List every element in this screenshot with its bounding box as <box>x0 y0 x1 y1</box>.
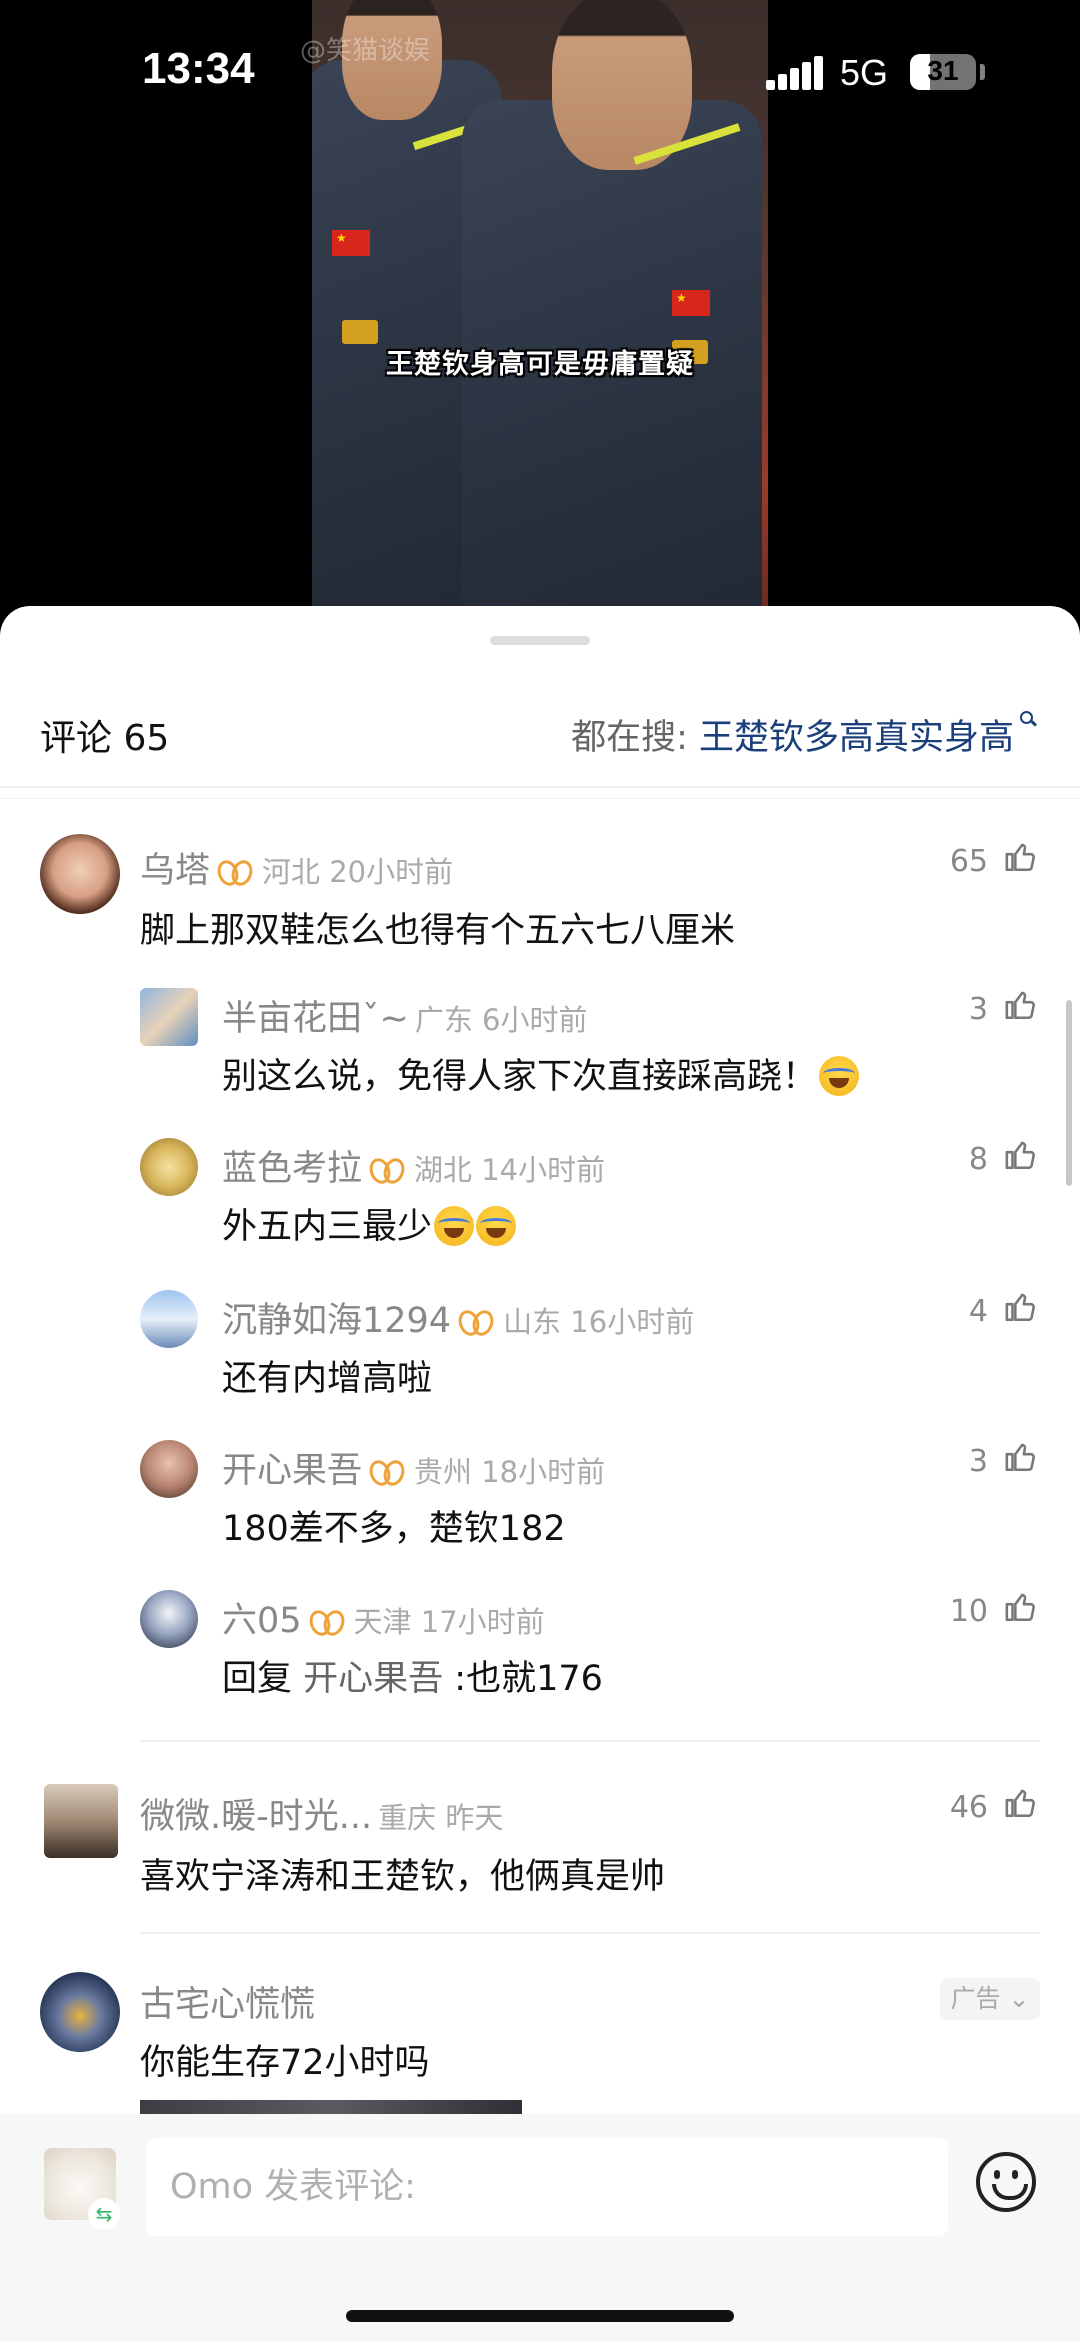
comment-text-body: 外五内三最少 <box>222 1207 433 1247</box>
comment-username[interactable]: 开心果吾 贵州 18小时前 <box>222 1442 605 1493</box>
comment-divider <box>140 1932 1040 1934</box>
comment-username[interactable]: 沉静如海1294 山东 16小时前 <box>222 1292 694 1343</box>
comment-meta: 天津 17小时前 <box>353 1605 545 1639</box>
username-text: 古宅心慌慌 <box>140 1985 316 2025</box>
username-text: 半亩花田ˇ~ <box>222 999 409 1039</box>
vip-badge-icon <box>459 1308 493 1334</box>
comment-meta: 贵州 18小时前 <box>414 1455 606 1489</box>
avatar[interactable] <box>140 1590 198 1648</box>
switch-account-icon[interactable]: ⇆ <box>88 2198 120 2230</box>
like-count: 10 <box>949 1594 988 1629</box>
reply-prefix: 回复 <box>222 1659 304 1699</box>
comment-text: 别这么说，免得人家下次直接踩高跷！ <box>222 1048 860 1099</box>
avatar[interactable] <box>140 1440 198 1498</box>
comment-text: 你能生存72小时吗 <box>140 2043 430 2083</box>
comment-text: 喜欢宁泽涛和王楚钦，他俩真是帅 <box>140 1857 666 1897</box>
drag-handle[interactable] <box>490 636 590 645</box>
comment-username[interactable]: 微微.暖-时光... 重庆 昨天 <box>140 1788 503 1839</box>
username-text: 微微.暖-时光... <box>140 1797 373 1837</box>
ad-label[interactable]: 广告 ⌄ <box>940 1978 1040 2020</box>
username-text: 六05 <box>222 1601 302 1641</box>
search-icon <box>1020 711 1036 727</box>
emoji-laugh-cry-icon <box>476 1206 517 1246</box>
vip-badge-icon <box>370 1458 404 1484</box>
thumb-up-icon[interactable] <box>1004 840 1038 874</box>
like-count: 65 <box>949 844 988 879</box>
reply-mention[interactable]: 开心果吾 <box>303 1659 443 1699</box>
video-player[interactable]: @笑猫谈娱 王楚钦身高可是毋庸置疑 <box>0 0 1080 640</box>
comment-username[interactable]: 乌塔 河北 20小时前 <box>140 842 453 893</box>
comment-count: 评论 65 <box>40 718 170 759</box>
emoji-laugh-cry-icon <box>819 1056 860 1096</box>
avatar[interactable] <box>140 1290 198 1348</box>
header-divider <box>0 798 1080 799</box>
username-text: 乌塔 <box>140 851 211 891</box>
avatar[interactable] <box>140 988 198 1046</box>
trending-query-link[interactable]: 王楚钦多高真实身高 <box>699 718 1014 758</box>
comment-meta: 山东 16小时前 <box>503 1305 695 1339</box>
network-label: 5G <box>840 52 889 93</box>
thumb-up-icon[interactable] <box>1004 1786 1038 1820</box>
comment-username[interactable]: 蓝色考拉 湖北 14小时前 <box>222 1140 605 1191</box>
avatar[interactable] <box>40 834 120 914</box>
comment-username[interactable]: 半亩花田ˇ~ 广东 6小时前 <box>222 990 588 1041</box>
comment-input-bar: ⇆ <box>0 2114 1080 2341</box>
comment-text: 回复 开心果吾 :也就176 <box>222 1650 603 1701</box>
like-count: 46 <box>949 1790 988 1825</box>
avatar[interactable] <box>44 1784 118 1858</box>
home-indicator[interactable] <box>346 2310 734 2322</box>
comment-text: 180差不多，楚钦182 <box>222 1509 566 1549</box>
username-text: 开心果吾 <box>222 1451 363 1491</box>
like-count: 3 <box>968 992 988 1027</box>
comment-meta: 湖北 14小时前 <box>414 1153 606 1187</box>
comment-text-body: 别这么说，免得人家下次直接踩高跷！ <box>222 1057 818 1097</box>
thumb-up-icon[interactable] <box>1004 1138 1038 1172</box>
scrollbar[interactable] <box>1066 1000 1072 1186</box>
vip-badge-icon <box>218 858 252 884</box>
trending-prefix: 都在搜: <box>571 718 699 758</box>
thumb-up-icon[interactable] <box>1004 1440 1038 1474</box>
comment-text-body: :也就176 <box>443 1659 603 1699</box>
like-count: 3 <box>968 1444 988 1479</box>
username-text: 蓝色考拉 <box>222 1149 363 1189</box>
trending-search[interactable]: 都在搜: 王楚钦多高真实身高 <box>571 709 1036 760</box>
thumb-up-icon[interactable] <box>1004 1290 1038 1324</box>
avatar[interactable] <box>140 1138 198 1196</box>
like-count: 8 <box>968 1142 988 1177</box>
thumb-up-icon[interactable] <box>1004 1590 1038 1624</box>
comment-divider <box>140 1740 1040 1742</box>
comment-text: 脚上那双鞋怎么也得有个五六七八厘米 <box>140 911 736 951</box>
signal-icon <box>766 56 824 90</box>
video-watermark: @笑猫谈娱 <box>300 36 431 66</box>
comment-meta: 广东 6小时前 <box>414 1003 588 1037</box>
comment-username[interactable]: 六05 天津 17小时前 <box>222 1592 545 1643</box>
like-count: 4 <box>968 1294 988 1329</box>
vip-badge-icon <box>370 1156 404 1182</box>
battery-icon: 31 <box>910 54 976 90</box>
battery-tip <box>980 64 985 80</box>
comment-username[interactable]: 古宅心慌慌 <box>140 1976 315 2027</box>
comment-text: 还有内增高啦 <box>222 1359 433 1399</box>
status-time: 13:34 <box>142 44 255 93</box>
emoji-laugh-cry-icon <box>434 1206 475 1246</box>
vip-badge-icon <box>310 1608 344 1634</box>
comment-sheet: 评论 65 都在搜: 王楚钦多高真实身高 乌塔 河北 20小时前 65 脚上那双鞋… <box>0 606 1080 2341</box>
comment-text: 外五内三最少 <box>222 1198 517 1249</box>
comment-meta: 重庆 昨天 <box>378 1801 504 1835</box>
emoji-face-icon[interactable] <box>976 2152 1036 2212</box>
header-divider <box>0 786 1080 788</box>
avatar[interactable] <box>40 1972 120 2052</box>
thumb-up-icon[interactable] <box>1004 988 1038 1022</box>
comment-input[interactable] <box>146 2138 948 2236</box>
battery-level: 31 <box>927 55 959 86</box>
username-text: 沉静如海1294 <box>222 1301 452 1341</box>
video-frame <box>312 0 768 610</box>
video-caption: 王楚钦身高可是毋庸置疑 <box>386 349 694 380</box>
comment-meta: 河北 20小时前 <box>262 855 454 889</box>
